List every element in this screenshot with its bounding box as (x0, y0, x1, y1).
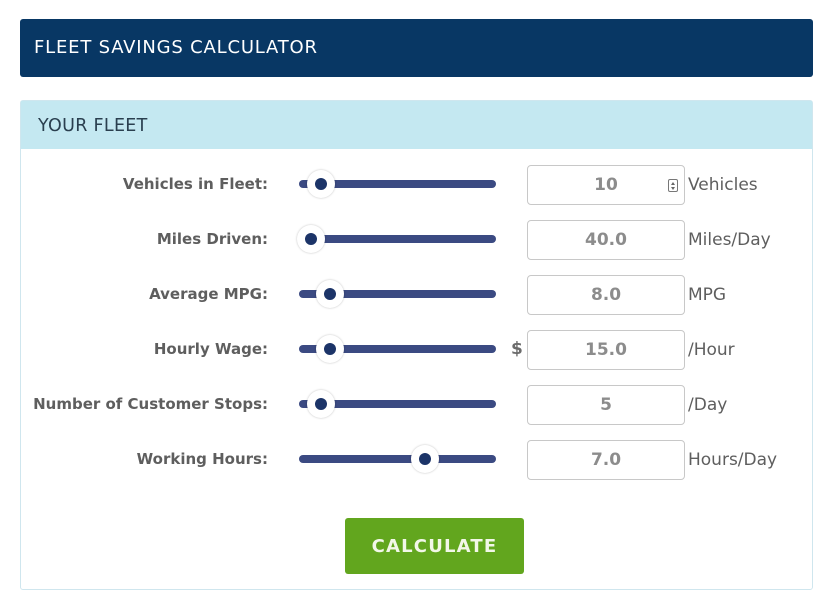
value-input[interactable] (527, 330, 685, 370)
field-label: Number of Customer Stops: (33, 395, 268, 413)
value-input[interactable] (527, 165, 685, 205)
unit-label: /Hour (688, 340, 735, 360)
input-row: Working Hours: Hours/Day (21, 439, 814, 480)
currency-prefix: $ (511, 339, 523, 359)
page-title: FLEET SAVINGS CALCULATOR (34, 37, 318, 58)
unit-label: Hours/Day (688, 450, 778, 470)
slider-handle[interactable] (316, 280, 345, 308)
unit-label: Miles/Day (688, 230, 771, 250)
unit-label: /Day (688, 395, 728, 415)
value-slider[interactable] (297, 225, 496, 253)
value-input[interactable] (527, 275, 685, 315)
value-field[interactable] (528, 276, 684, 314)
value-input[interactable] (527, 440, 685, 480)
input-row: Average MPG: MPG (21, 274, 814, 315)
slider-handle[interactable] (307, 170, 336, 198)
field-label: Average MPG: (149, 285, 268, 303)
input-row: Number of Customer Stops: /Day (21, 384, 814, 425)
slider-handle[interactable] (316, 335, 345, 363)
value-slider[interactable] (299, 280, 496, 308)
value-field[interactable] (528, 166, 684, 204)
input-row: Vehicles in Fleet: Vehicles (21, 164, 814, 205)
panel-title: YOUR FLEET (38, 116, 148, 136)
value-slider[interactable] (299, 445, 496, 473)
value-slider[interactable] (299, 335, 496, 363)
input-row: Miles Driven: Miles/Day (21, 219, 814, 260)
calculator-header: FLEET SAVINGS CALCULATOR (20, 19, 813, 77)
value-field[interactable] (528, 331, 684, 369)
input-row: Hourly Wage: $ /Hour (21, 329, 814, 370)
panel-header: YOUR FLEET (21, 101, 812, 149)
slider-handle[interactable] (307, 390, 336, 418)
value-slider[interactable] (299, 170, 496, 198)
spinner-icon[interactable] (668, 179, 678, 192)
slider-track[interactable] (299, 235, 496, 243)
field-label: Miles Driven: (156, 230, 268, 248)
slider-handle[interactable] (297, 225, 325, 253)
field-label: Hourly Wage: (153, 340, 268, 358)
value-field[interactable] (528, 441, 684, 479)
field-label: Vehicles in Fleet: (122, 175, 268, 193)
calculate-button[interactable]: CALCULATE (345, 518, 524, 574)
field-label: Working Hours: (136, 450, 268, 468)
value-field[interactable] (528, 221, 684, 259)
slider-handle[interactable] (411, 445, 440, 473)
unit-label: Vehicles (688, 175, 758, 195)
unit-label: MPG (688, 285, 727, 305)
value-field[interactable] (528, 386, 684, 424)
slider-track[interactable] (299, 455, 496, 463)
value-slider[interactable] (299, 390, 496, 418)
value-input[interactable] (527, 385, 685, 425)
value-input[interactable] (527, 220, 685, 260)
your-fleet-panel: YOUR FLEET Vehicles in Fleet: Vehicles M… (20, 100, 813, 590)
